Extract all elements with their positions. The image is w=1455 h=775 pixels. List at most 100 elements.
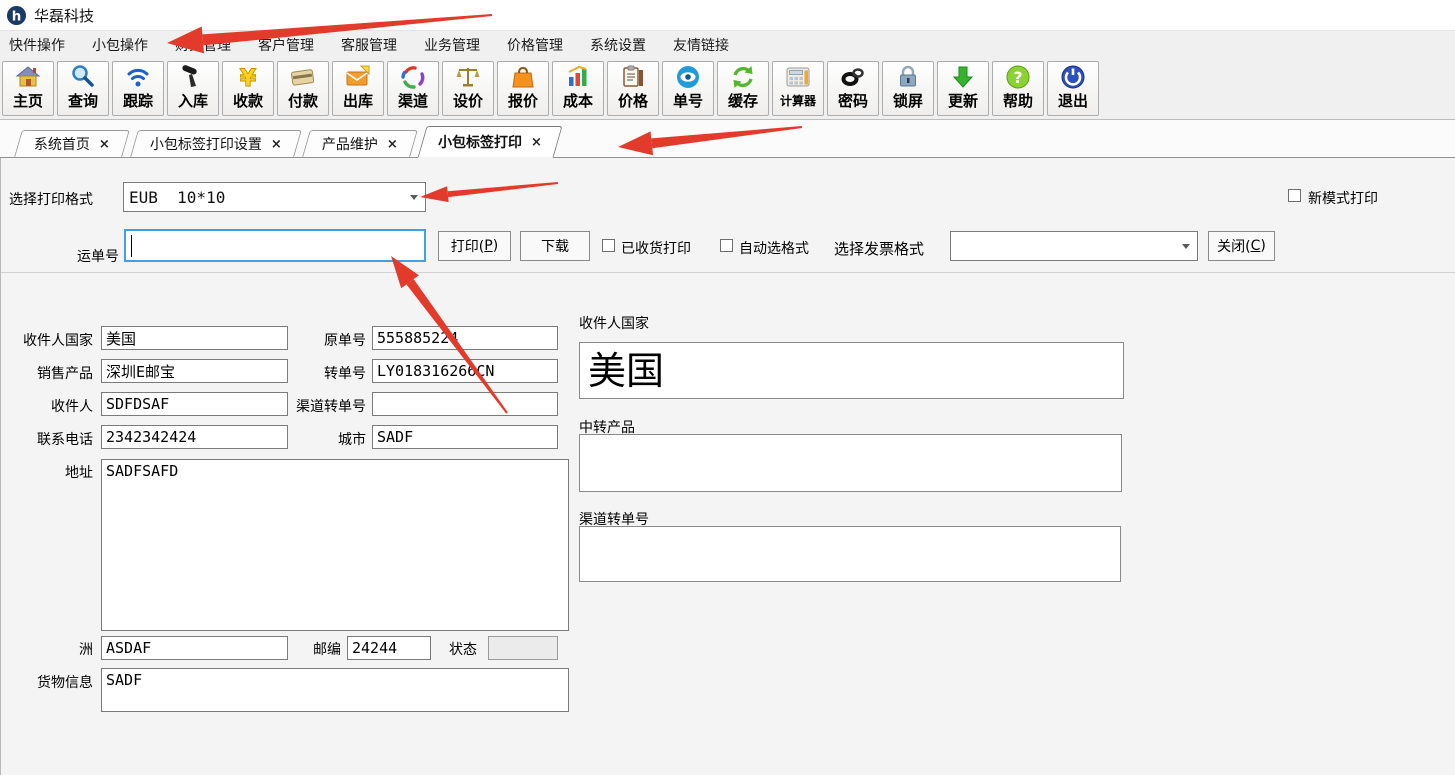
lockscreen-icon [895,64,921,90]
recipient-input[interactable] [101,392,288,416]
display-channel-transfer-value [580,527,1120,531]
cost-chart-icon [565,64,591,90]
chevron-down-icon[interactable] [1182,244,1190,249]
zip-input[interactable] [347,636,431,660]
toolbar-button-label: 付款 [288,90,318,112]
sales-product-input[interactable] [101,359,288,383]
recipient-country-label: 收件人国家 [1,330,93,350]
received-print-label: 已收货打印 [621,238,691,258]
invoice-format-label: 选择发票格式 [834,238,924,259]
menu-item-6[interactable]: 业务管理 [424,35,480,55]
new-mode-checkbox[interactable] [1288,189,1301,202]
toolbar-button-price-scales[interactable]: 设价 [442,61,494,116]
recipient-label: 收件人 [1,396,93,416]
menu-item-3[interactable]: 财务管理 [175,35,231,55]
display-country-label: 收件人国家 [579,313,649,333]
new-mode-label: 新模式打印 [1308,188,1378,208]
menu-item-8[interactable]: 系统设置 [590,35,646,55]
toolbar-button-outbound-mail[interactable]: 出库 [332,61,384,116]
status-label: 状态 [449,639,477,659]
chevron-down-icon[interactable] [410,195,418,200]
toolbar-button-quote-bag[interactable]: 报价 [497,61,549,116]
channel-transfer-no-input[interactable] [372,392,558,416]
toolbar-button-lockscreen[interactable]: 锁屏 [882,61,934,116]
section-divider [1,272,1455,273]
waybill-label: 运单号 [1,246,119,266]
toolbar-button-cost-chart[interactable]: 成本 [552,61,604,116]
toolbar-button-label: 出库 [343,90,373,112]
print-button[interactable]: 打印(P) [438,231,511,261]
menu-item-4[interactable]: 客户管理 [258,35,314,55]
sales-product-label: 销售产品 [1,363,93,383]
transit-product-box [579,434,1122,492]
auto-format-checkbox[interactable] [720,239,733,252]
number-eye-icon [675,64,701,90]
transfer-no-label: 转单号 [271,363,366,383]
receive-yuan-icon: ¥ [235,64,261,90]
close-button-text: 关闭( [1217,236,1250,256]
cargo-info-textarea[interactable]: SADF [101,668,569,712]
help-icon: ? [1005,64,1031,90]
pay-card-icon [290,64,316,90]
toolbar-button-label: 密码 [838,90,868,112]
toolbar-button-exit-power[interactable]: 退出 [1047,61,1099,116]
city-input[interactable] [372,425,558,449]
tab-label: 小包标签打印 [438,132,522,152]
toolbar-button-pay-card[interactable]: 付款 [277,61,329,116]
original-no-label: 原单号 [271,330,366,350]
toolbar-button-inbound-scanner[interactable]: 入库 [167,61,219,116]
phone-label: 联系电话 [1,429,93,449]
tab-product-maintenance[interactable]: 产品维护× [302,130,418,157]
track-signal-icon [125,64,151,90]
tab-label-print-settings[interactable]: 小包标签打印设置 × [130,130,302,157]
text-caret [131,235,132,257]
menu-item-9[interactable]: 友情链接 [673,35,729,55]
received-print-checkbox[interactable] [602,239,615,252]
print-button-mnemonic: P [484,238,492,254]
tab-label-print[interactable]: 小包标签打印 × [417,126,562,158]
print-format-combobox[interactable]: EUB 10*10 [123,182,426,212]
password-rings-icon [840,64,866,90]
toolbar-button-channel-cycle[interactable]: 渠道 [387,61,439,116]
transfer-no-input[interactable] [372,359,558,383]
tab-system-home[interactable]: 系统首页 × [14,130,130,157]
tab-label: 小包标签打印设置 [150,134,262,154]
toolbar-button-search[interactable]: 查询 [57,61,109,116]
tab-close-icon[interactable]: × [99,137,110,152]
menu-item-2[interactable]: 小包操作 [92,35,148,55]
toolbar-button-track-signal[interactable]: 跟踪 [112,61,164,116]
toolbar-button-receive-yuan[interactable]: ¥收款 [222,61,274,116]
toolbar-button-number-eye[interactable]: 单号 [662,61,714,116]
toolbar-button-label: 计算器 [780,90,816,112]
toolbar-button-cache-refresh[interactable]: 缓存 [717,61,769,116]
home-icon [15,64,41,90]
toolbar-button-help[interactable]: ?帮助 [992,61,1044,116]
address-textarea[interactable]: SADFSAFD [101,459,569,631]
download-button[interactable]: 下载 [520,231,590,261]
invoice-format-combobox[interactable] [950,231,1198,261]
toolbar-button-price-clipboard[interactable]: 价格 [607,61,659,116]
toolbar-button-label: 成本 [563,90,593,112]
original-no-input[interactable] [372,326,558,350]
menu-item-7[interactable]: 价格管理 [507,35,563,55]
tab-close-icon[interactable]: × [387,137,398,152]
tab-close-icon[interactable]: × [531,135,542,150]
toolbar-button-password-rings[interactable]: 密码 [827,61,879,116]
menu-item-5[interactable]: 客服管理 [341,35,397,55]
cargo-info-label: 货物信息 [1,672,93,692]
toolbar-button-update-arrow[interactable]: 更新 [937,61,989,116]
recipient-country-input[interactable] [101,326,288,350]
inbound-scanner-icon [180,64,206,90]
phone-input[interactable] [101,425,288,449]
toolbar-button-label: 退出 [1058,90,1088,112]
close-button[interactable]: 关闭(C) [1208,231,1275,261]
tab-label: 系统首页 [34,134,90,154]
waybill-input[interactable] [124,229,426,262]
state-input[interactable] [101,636,288,660]
toolbar-button-calculator[interactable]: 计算器 [772,61,824,116]
tab-close-icon[interactable]: × [271,137,282,152]
menu-item-1[interactable]: 快件操作 [9,35,65,55]
toolbar-button-home[interactable]: 主页 [2,61,54,116]
price-scales-icon [455,64,481,90]
address-label: 地址 [1,462,93,482]
